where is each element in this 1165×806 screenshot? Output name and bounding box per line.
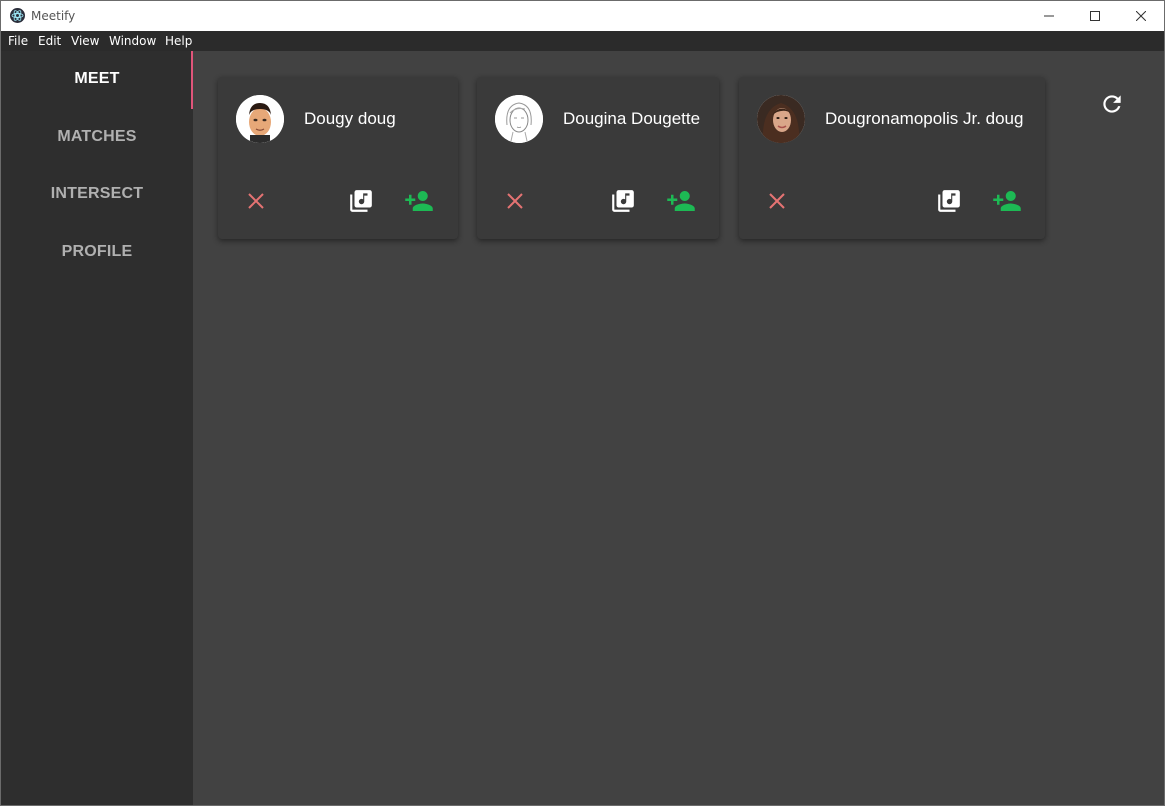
sidebar-item-meet[interactable]: MEET [1,51,193,107]
add-person-icon [667,191,695,211]
profile-name: Dougy doug [304,109,396,128]
sidebar-item-intersect[interactable]: INTERSECT [1,166,193,222]
refresh-button[interactable] [1097,89,1127,119]
cartoon-man-avatar [236,95,284,143]
sidebar-item-profile[interactable]: PROFILE [1,224,193,280]
refresh-icon [1103,95,1121,113]
music-library-icon [612,190,634,212]
app-logo-icon [10,8,25,23]
add-friend-button[interactable] [665,185,697,217]
sidebar-nav: MEET MATCHES INTERSECT PROFILE [1,51,193,805]
profile-card: Dougina Dougette [477,77,719,239]
menu-edit[interactable]: Edit [38,34,61,48]
music-library-button[interactable] [933,185,965,217]
profile-card: Dougy doug [218,77,458,239]
menu-window[interactable]: Window [109,34,156,48]
photo-woman-avatar [757,95,805,143]
music-library-button[interactable] [345,185,377,217]
profile-name: Dougronamopolis Jr. doug [825,109,1024,128]
minimize-icon [1044,15,1054,17]
add-friend-button[interactable] [991,185,1023,217]
main-content: Dougy doug Dougina Dougette Dougronamopo… [193,51,1164,805]
reject-button[interactable] [761,185,793,217]
window-title: Meetify [31,9,76,23]
reject-button[interactable] [240,185,272,217]
reject-icon [769,193,785,209]
title-bar: Meetify [1,1,1164,31]
music-library-icon [938,190,960,212]
close-icon [1136,11,1146,21]
close-button[interactable] [1118,1,1164,31]
menu-view[interactable]: View [71,34,99,48]
music-library-icon [350,190,372,212]
add-person-icon [993,191,1021,211]
sketch-woman-avatar [495,95,543,143]
reject-icon [248,193,264,209]
add-person-icon [405,191,433,211]
app-window: Meetify File Edit View Window Help MEET … [0,0,1165,806]
music-library-button[interactable] [607,185,639,217]
add-friend-button[interactable] [403,185,435,217]
menu-bar: File Edit View Window Help [1,31,1164,51]
menu-help[interactable]: Help [165,34,192,48]
menu-file[interactable]: File [8,34,28,48]
maximize-button[interactable] [1072,1,1118,31]
reject-icon [507,193,523,209]
maximize-icon [1090,11,1100,21]
minimize-button[interactable] [1026,1,1072,31]
profile-card: Dougronamopolis Jr. doug [739,77,1045,239]
sidebar-item-matches[interactable]: MATCHES [1,109,193,165]
reject-button[interactable] [499,185,531,217]
profile-name: Dougina Dougette [563,109,701,128]
